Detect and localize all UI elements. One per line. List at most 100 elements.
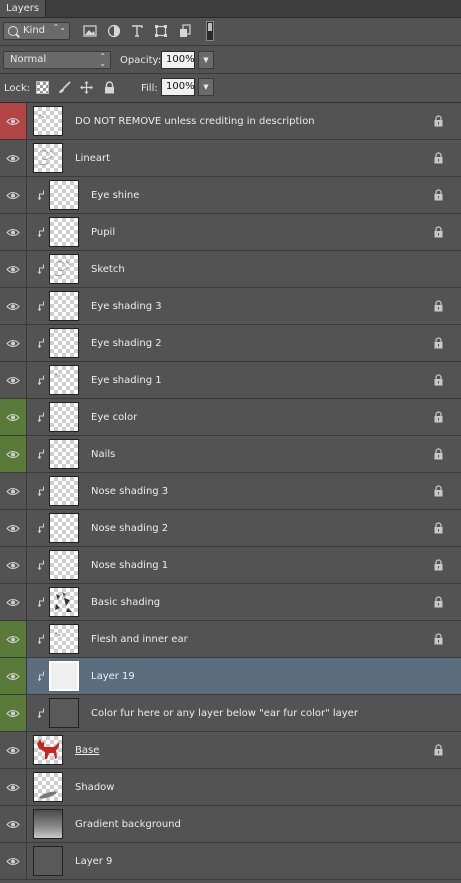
layer-thumbnail[interactable] — [49, 698, 79, 728]
adjustment-layer-filter-icon[interactable] — [107, 24, 121, 38]
visibility-eye-icon[interactable] — [0, 214, 27, 250]
layer-name[interactable]: Eye shading 2 — [91, 338, 162, 349]
layer-row[interactable]: Sketch — [0, 251, 461, 288]
layer-name[interactable]: Nose shading 2 — [91, 523, 168, 534]
layer-name[interactable]: Base — [75, 745, 99, 756]
layer-row[interactable]: Base — [0, 732, 461, 769]
layer-thumbnail[interactable] — [49, 550, 79, 580]
layer-row[interactable]: Nose shading 1 — [0, 547, 461, 584]
smart-object-filter-icon[interactable] — [178, 24, 192, 38]
layer-row[interactable]: Eye color — [0, 399, 461, 436]
kind-filter-dropdown[interactable]: Kind ⌃⌄ — [3, 22, 70, 40]
shape-layer-filter-icon[interactable] — [154, 24, 168, 38]
layer-name[interactable]: Lineart — [75, 153, 110, 164]
opacity-dropdown-button[interactable]: ▼ — [198, 51, 214, 69]
layer-name[interactable]: Eye shine — [91, 190, 139, 201]
layer-row[interactable]: Shadow — [0, 769, 461, 806]
layer-thumbnail[interactable] — [33, 735, 63, 765]
lock-image-pixels-icon[interactable] — [58, 81, 71, 94]
layer-thumbnail[interactable] — [49, 180, 79, 210]
visibility-eye-icon[interactable] — [0, 177, 27, 213]
pixel-layer-filter-icon[interactable] — [83, 24, 97, 38]
layer-row[interactable]: Eye shading 1 — [0, 362, 461, 399]
layer-name[interactable]: Eye color — [91, 412, 137, 423]
layer-name[interactable]: Eye shading 3 — [91, 301, 162, 312]
layer-thumbnail[interactable] — [49, 365, 79, 395]
layer-name[interactable]: Basic shading — [91, 597, 160, 608]
layer-name[interactable]: Eye shading 1 — [91, 375, 162, 386]
lock-all-icon[interactable] — [103, 81, 116, 94]
layer-name[interactable]: Layer 9 — [75, 856, 112, 867]
layer-row[interactable]: Layer 9 — [0, 843, 461, 880]
visibility-eye-icon[interactable] — [0, 584, 27, 620]
layer-name[interactable]: Nose shading 1 — [91, 560, 168, 571]
layer-row[interactable]: Basic shading — [0, 584, 461, 621]
layer-thumbnail[interactable] — [49, 291, 79, 321]
layer-row[interactable]: Gradient background — [0, 806, 461, 843]
visibility-eye-icon[interactable] — [0, 732, 27, 768]
layer-thumbnail[interactable] — [49, 217, 79, 247]
layer-row[interactable]: DO NOT REMOVE unless crediting in descri… — [0, 103, 461, 140]
layer-row[interactable]: Eye shading 3 — [0, 288, 461, 325]
layer-thumbnail[interactable] — [49, 476, 79, 506]
visibility-eye-icon[interactable] — [0, 399, 27, 435]
layer-name[interactable]: Pupil — [91, 227, 115, 238]
layer-thumbnail[interactable] — [33, 846, 63, 876]
layer-name[interactable]: Nose shading 3 — [91, 486, 168, 497]
visibility-eye-icon[interactable] — [0, 806, 27, 842]
layer-thumbnail[interactable] — [49, 402, 79, 432]
layer-thumbnail[interactable] — [33, 772, 63, 802]
layer-thumbnail[interactable] — [49, 439, 79, 469]
layer-name[interactable]: Nails — [91, 449, 115, 460]
layer-name[interactable]: Gradient background — [75, 819, 181, 830]
blend-mode-dropdown[interactable]: Normal ⌃ ⌄ — [3, 51, 111, 69]
layer-row[interactable]: Pupil — [0, 214, 461, 251]
fill-input[interactable]: 100% — [161, 78, 195, 96]
layer-name[interactable]: Flesh and inner ear — [91, 634, 188, 645]
layer-row[interactable]: Color fur here or any layer below "ear f… — [0, 695, 461, 732]
layer-name[interactable]: Shadow — [75, 782, 114, 793]
layer-thumbnail[interactable] — [33, 106, 63, 136]
layer-thumbnail[interactable] — [49, 328, 79, 358]
lock-position-icon[interactable] — [80, 81, 93, 94]
layer-thumbnail[interactable] — [49, 587, 79, 617]
layer-row[interactable]: Layer 19 — [0, 658, 461, 695]
visibility-eye-icon[interactable] — [0, 325, 27, 361]
visibility-eye-icon[interactable] — [0, 473, 27, 509]
layers-tab[interactable]: Layers — [0, 0, 47, 17]
layer-row[interactable]: Eye shine — [0, 177, 461, 214]
layer-name[interactable]: Layer 19 — [91, 671, 135, 682]
layer-row[interactable]: Eye shading 2 — [0, 325, 461, 362]
layer-row[interactable]: Nose shading 2 — [0, 510, 461, 547]
layer-row[interactable]: Nose shading 3 — [0, 473, 461, 510]
fill-dropdown-button[interactable]: ▼ — [198, 78, 214, 96]
layer-row[interactable]: Nails — [0, 436, 461, 473]
visibility-eye-icon[interactable] — [0, 658, 27, 694]
visibility-eye-icon[interactable] — [0, 621, 27, 657]
opacity-input[interactable]: 100% — [161, 51, 195, 69]
lock-transparent-pixels-icon[interactable] — [36, 81, 49, 94]
layer-thumbnail[interactable] — [33, 143, 63, 173]
layer-thumbnail[interactable] — [49, 254, 79, 284]
visibility-eye-icon[interactable] — [0, 103, 27, 139]
visibility-eye-icon[interactable] — [0, 695, 27, 731]
visibility-eye-icon[interactable] — [0, 843, 27, 879]
visibility-eye-icon[interactable] — [0, 140, 27, 176]
filter-toggle-switch[interactable] — [206, 21, 214, 41]
layer-thumbnail[interactable] — [49, 513, 79, 543]
visibility-eye-icon[interactable] — [0, 251, 27, 287]
visibility-eye-icon[interactable] — [0, 362, 27, 398]
layer-name[interactable]: Color fur here or any layer below "ear f… — [91, 708, 358, 719]
type-layer-filter-icon[interactable] — [130, 24, 144, 38]
visibility-eye-icon[interactable] — [0, 436, 27, 472]
layer-thumbnail[interactable] — [49, 624, 79, 654]
layer-row[interactable]: Flesh and inner ear — [0, 621, 461, 658]
visibility-eye-icon[interactable] — [0, 288, 27, 324]
layer-thumbnail[interactable] — [33, 809, 63, 839]
layer-name[interactable]: DO NOT REMOVE unless crediting in descri… — [75, 116, 315, 127]
layer-thumbnail[interactable] — [49, 661, 79, 691]
layer-name[interactable]: Sketch — [91, 264, 125, 275]
visibility-eye-icon[interactable] — [0, 547, 27, 583]
layer-row[interactable]: Lineart — [0, 140, 461, 177]
visibility-eye-icon[interactable] — [0, 769, 27, 805]
